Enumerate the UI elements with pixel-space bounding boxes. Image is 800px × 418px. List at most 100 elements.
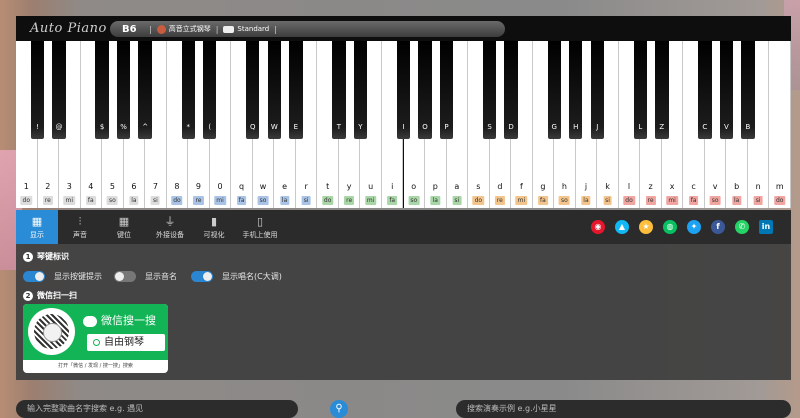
black-key[interactable]: ! (30, 41, 45, 139)
key-label: h (561, 182, 567, 191)
key-label: L (638, 123, 643, 131)
tab-3[interactable]: ⏚ 外接设备 (146, 210, 194, 244)
keyboard-icon: ▦ (31, 215, 43, 228)
tab-2[interactable]: ▦ 键位 (102, 210, 146, 244)
solfege-label: do (321, 196, 334, 205)
white-key[interactable]: m do (769, 41, 791, 208)
black-key[interactable]: L (633, 41, 647, 139)
black-key[interactable]: ( (203, 41, 217, 139)
black-key[interactable]: H (569, 41, 583, 139)
black-key[interactable]: C (698, 41, 712, 139)
black-key[interactable]: ^ (138, 41, 152, 139)
black-key[interactable]: * (181, 41, 195, 139)
keyboard-icon: ▦ (118, 215, 130, 228)
black-key[interactable]: Z (655, 41, 669, 139)
toggle-key-hints[interactable]: 显示按键提示 (23, 270, 102, 282)
key-label: B (745, 123, 751, 131)
key-label: g (540, 182, 546, 191)
black-key[interactable]: W (267, 41, 281, 139)
key-label: d (497, 182, 503, 191)
plug-icon: ⏚ (164, 215, 176, 228)
qzone-icon[interactable]: ★ (639, 220, 653, 234)
status-bar[interactable]: B6 | 高音立式钢琴 | Standard | (110, 21, 505, 37)
black-key[interactable]: J (590, 41, 604, 139)
solfege-label: re (645, 196, 656, 205)
black-key[interactable]: G (547, 41, 561, 139)
key-label: w (259, 182, 267, 191)
black-key[interactable]: S (482, 41, 497, 139)
key-label: z (648, 182, 653, 191)
key-label: P (444, 123, 449, 131)
black-key[interactable]: O (418, 41, 432, 139)
wechat-title: 微信搜一搜 (101, 314, 156, 327)
tab-1[interactable]: ⫶ 声音 (58, 210, 102, 244)
key-label: i (391, 182, 394, 191)
weibo-icon[interactable]: ◉ (591, 220, 605, 234)
solfege-label: si (603, 196, 612, 205)
tab-5[interactable]: ▯ 手机上使用 (234, 210, 286, 244)
black-key[interactable]: Y (353, 41, 368, 139)
piano: Auto Piano B6 | 高音立式钢琴 | Standard | 1 do 2… (16, 16, 791, 208)
song-search-input[interactable]: 输入完整歌曲名字搜索 e.g. 遇见 (16, 400, 298, 418)
wechat-icon[interactable]: ◍ (663, 220, 677, 234)
key-label: x (669, 182, 675, 191)
twitter-icon[interactable]: ✦ (687, 220, 701, 234)
black-key[interactable]: $ (95, 41, 109, 139)
mode-name: Standard (237, 25, 270, 33)
black-key[interactable]: % (116, 41, 131, 139)
piano-topbar: Auto Piano B6 | 高音立式钢琴 | Standard | (16, 16, 791, 41)
tab-bar: ▦ 显示 ⫶ 声音 ▦ 键位 ⏚ 外接设备 ▮ 可视化 ▯ 手机上使用 ◉ ▲ ★ ◍ ✦ f ✆ in (16, 210, 791, 244)
key-label: Z (659, 123, 665, 131)
solfege-label: la (129, 196, 139, 205)
black-key[interactable]: Q (246, 41, 260, 139)
search-icon (93, 338, 100, 346)
solfege-label: si (151, 196, 160, 205)
key-label: H (573, 123, 579, 131)
wechat-footer: 打开「微信 / 发现 / 搜一搜」搜索 (58, 363, 133, 369)
solfege-label: so (106, 196, 118, 205)
toggle-switch[interactable] (23, 270, 45, 282)
key-label: c (691, 182, 696, 191)
tab-4[interactable]: ▮ 可视化 (194, 210, 234, 244)
search-button[interactable]: ⚲ (330, 400, 348, 418)
solfege-label: mi (666, 196, 678, 205)
solfege-label: fa (538, 196, 548, 205)
key-label: Y (358, 123, 363, 131)
tab-0[interactable]: ▦ 显示 (16, 210, 58, 244)
logo: Auto Piano (30, 21, 107, 36)
key-label: 9 (195, 182, 202, 191)
black-key[interactable]: I (396, 41, 411, 139)
black-key[interactable]: B (741, 41, 755, 139)
solfege-label: mi (63, 196, 76, 205)
toggle-solfege[interactable]: 显示唱名(C大调) (191, 270, 282, 282)
solfege-label: fa (236, 196, 247, 205)
key-label: y (346, 182, 352, 191)
key-label: m (775, 182, 784, 191)
black-key[interactable]: E (289, 41, 303, 139)
toggle-switch[interactable] (191, 270, 213, 282)
key-label: p (432, 182, 438, 191)
solfege-label: do (20, 196, 32, 205)
black-key[interactable]: D (504, 41, 518, 139)
key-label: ^ (142, 123, 149, 131)
whatsapp-icon[interactable]: ✆ (735, 220, 749, 234)
key-label: C (702, 123, 708, 131)
toggle-switch[interactable] (114, 270, 136, 282)
facebook-icon[interactable]: f (711, 220, 725, 234)
black-key[interactable]: @ (52, 41, 66, 139)
key-label: * (186, 123, 190, 131)
key-label: 3 (66, 182, 72, 191)
instrument-icon (156, 24, 166, 34)
tab-label: 外接设备 (156, 231, 184, 239)
black-key[interactable]: V (719, 41, 734, 139)
linkedin-icon[interactable]: in (759, 220, 773, 234)
qq-icon[interactable]: ▲ (615, 220, 629, 234)
black-key[interactable]: T (332, 41, 346, 139)
solfege-label: do (623, 196, 635, 205)
octave-display: B6 (122, 23, 137, 35)
black-key[interactable]: P (439, 41, 454, 139)
key-label: a (454, 182, 460, 191)
demo-search-input[interactable]: 搜索演奏示例 e.g.小星星 (456, 400, 791, 418)
key-label: v (712, 182, 718, 191)
toggle-note-names[interactable]: 显示音名 (114, 270, 177, 282)
